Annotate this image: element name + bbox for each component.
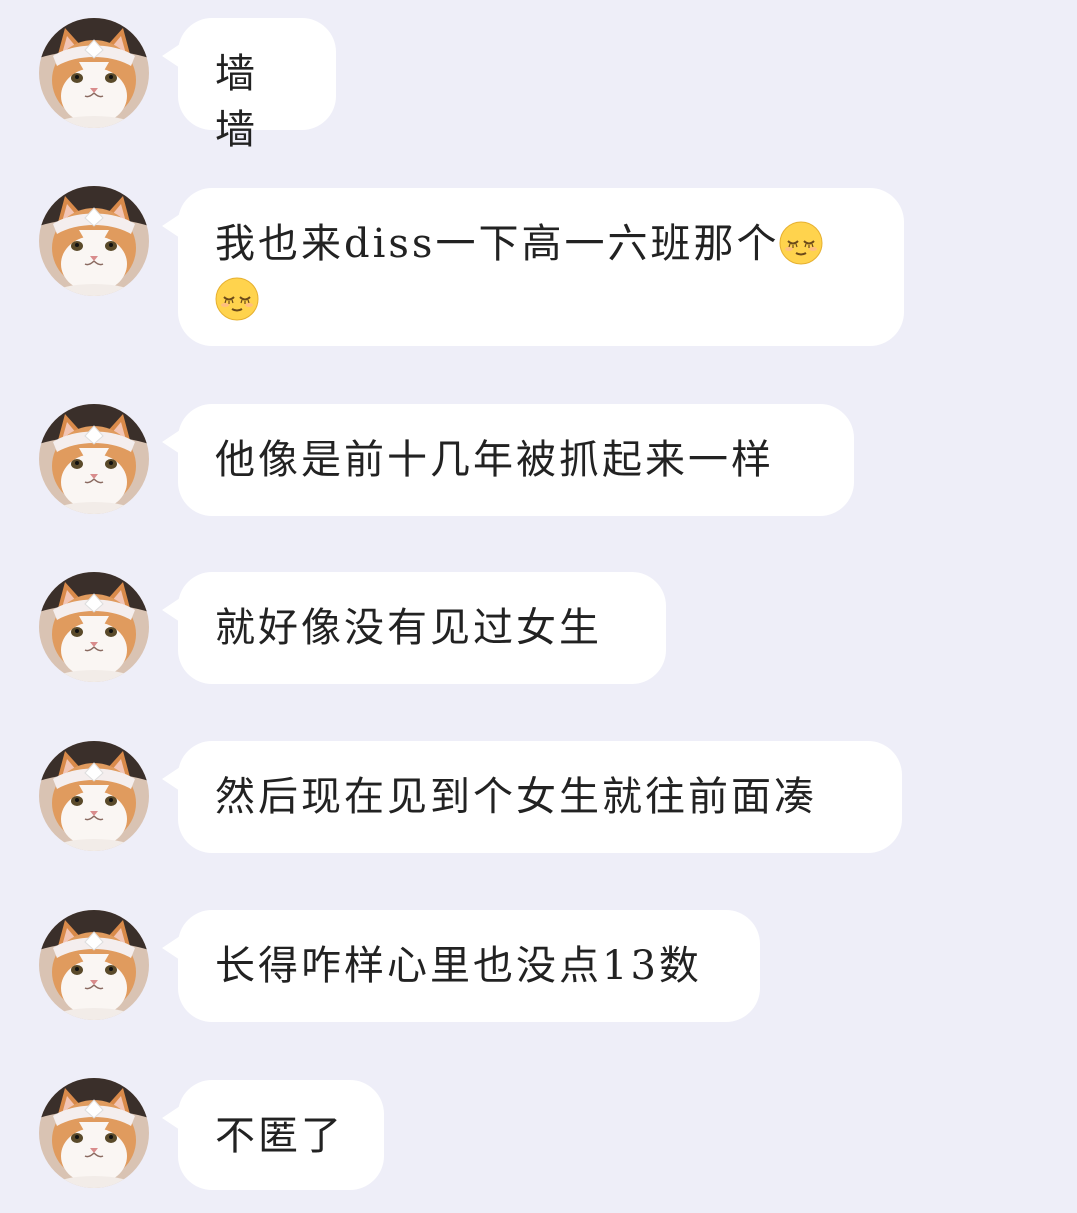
message-text: 长得咋样心里也没点13数 (215, 943, 702, 989)
cat-avatar[interactable] (39, 910, 149, 1020)
relieved-face-emoji (215, 277, 259, 321)
message-bubble[interactable]: 不匿了 (162, 1080, 384, 1190)
message-bubble[interactable]: 我也来diss一下高一六班那个 (162, 188, 904, 346)
cat-avatar[interactable] (39, 18, 149, 128)
message-text: 不匿了 (215, 1113, 344, 1159)
relieved-face-emoji (779, 221, 824, 265)
cat-avatar[interactable] (39, 1078, 149, 1188)
message-bubble[interactable]: 长得咋样心里也没点13数 (162, 910, 760, 1022)
chat-list: 墙墙 我也来diss一下高一六班那个 他像是前十几年被抓起来一样 就好像没有见过… (0, 0, 1077, 1213)
message-text: 就好像没有见过女生 (215, 605, 602, 651)
message-text: 他像是前十几年被抓起来一样 (215, 437, 774, 483)
cat-avatar[interactable] (39, 572, 149, 682)
message-bubble[interactable]: 然后现在见到个女生就往前面凑 (162, 741, 902, 853)
message-bubble[interactable]: 墙墙 (162, 18, 336, 153)
cat-avatar[interactable] (39, 186, 149, 296)
message-text: 然后现在见到个女生就往前面凑 (215, 774, 817, 820)
message-text: 我也来diss一下高一六班那个 (215, 221, 780, 267)
message-bubble[interactable]: 他像是前十几年被抓起来一样 (162, 404, 854, 516)
message-text: 墙墙 (215, 51, 258, 153)
cat-avatar[interactable] (39, 404, 149, 514)
message-bubble[interactable]: 就好像没有见过女生 (162, 572, 666, 684)
cat-avatar[interactable] (39, 741, 149, 851)
